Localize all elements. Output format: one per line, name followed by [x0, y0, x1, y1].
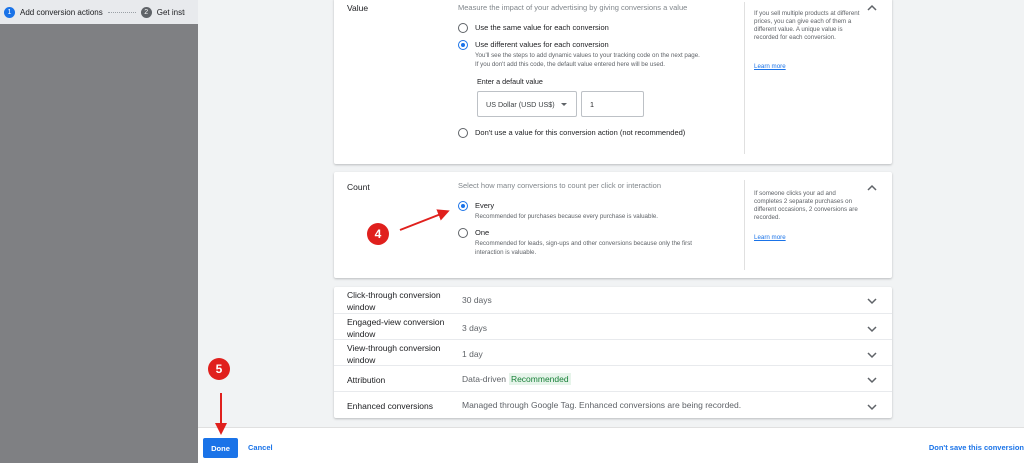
count-card: Count Select how many conversions to cou… [334, 172, 892, 278]
value-option-different[interactable]: Use different values for each conversion… [458, 40, 700, 69]
option-label: Don't use a value for this conversion ac… [475, 128, 686, 137]
count-learn-more-link[interactable]: Learn more [754, 234, 786, 241]
value-option-same[interactable]: Use the same value for each conversion [458, 23, 609, 33]
recommended-badge: Recommended [508, 373, 571, 385]
option-sublabel: If you don't add this code, the default … [475, 60, 666, 68]
divider [744, 180, 745, 270]
setting-title: Engaged-view conversion window [347, 317, 445, 339]
radio-button-selected[interactable] [458, 40, 468, 50]
currency-select[interactable]: US Dollar (USD US$) [477, 91, 577, 117]
currency-value: US Dollar (USD US$) [486, 99, 555, 109]
setting-row-view-through[interactable]: View-through conversion window 1 day [334, 339, 892, 365]
option-label: One [475, 228, 490, 237]
conversion-settings-panel: Value Measure the impact of your adverti… [198, 0, 1024, 463]
chevron-down-icon[interactable] [866, 373, 878, 385]
settings-list-card: Click-through conversion window 30 days … [334, 287, 892, 418]
option-sublabel: interaction is valuable. [475, 248, 537, 256]
radio-button[interactable] [458, 128, 468, 138]
option-label: Use the same value for each conversion [475, 23, 609, 32]
step-label-1: Add conversion actions [20, 7, 103, 17]
value-help-text: If you sell multiple products at differe… [754, 10, 860, 41]
count-option-every[interactable]: Every Recommended for purchases because … [458, 201, 658, 222]
setting-row-engaged-view[interactable]: Engaged-view conversion window 3 days [334, 313, 892, 339]
dropdown-caret-icon [560, 102, 567, 106]
setting-value: 1 day [462, 349, 483, 359]
setting-row-attribution[interactable]: Attribution Data-driven Recommended [334, 365, 892, 391]
chevron-up-icon[interactable] [866, 181, 878, 193]
option-sublabel: Recommended for purchases because every … [475, 213, 658, 220]
setting-value: Managed through Google Tag. Enhanced con… [462, 400, 742, 410]
value-card: Value Measure the impact of your adverti… [334, 0, 892, 164]
chevron-down-icon[interactable] [866, 400, 878, 412]
modal-backdrop [0, 0, 198, 463]
option-sublabel: Recommended for leads, sign-ups and othe… [475, 240, 693, 247]
chevron-down-icon[interactable] [866, 348, 878, 360]
setting-value-group: Data-driven Recommended [462, 373, 571, 385]
value-option-none[interactable]: Don't use a value for this conversion ac… [458, 128, 685, 138]
default-value-input[interactable]: 1 [581, 91, 644, 117]
step-label-2: Get instru [156, 7, 185, 17]
setting-row-enhanced-conversions[interactable]: Enhanced conversions Managed through Goo… [334, 391, 892, 418]
radio-button-selected[interactable] [458, 201, 468, 211]
setting-title: View-through conversion window [347, 343, 441, 365]
setting-row-click-through[interactable]: Click-through conversion window 30 days [334, 287, 892, 313]
chevron-down-icon[interactable] [866, 294, 878, 306]
step-connector [107, 11, 136, 13]
value-learn-more-link[interactable]: Learn more [754, 63, 786, 70]
done-button[interactable]: Done [203, 438, 238, 458]
option-label: Use different values for each conversion [475, 40, 609, 49]
option-label: Every [475, 201, 495, 210]
default-value-label: Enter a default value [477, 77, 543, 86]
radio-button[interactable] [458, 23, 468, 33]
dont-save-button[interactable]: Don't save this conversion [929, 443, 1024, 452]
count-help-text: If someone clicks your ad and completes … [754, 190, 858, 221]
setting-title: Enhanced conversions [347, 401, 434, 411]
value-section-title: Value [347, 3, 369, 13]
footer-bar: Done Cancel Don't save this conversion [198, 427, 1024, 463]
count-section-description: Select how many conversions to count per… [458, 181, 662, 190]
radio-button[interactable] [458, 228, 468, 238]
setting-value: 3 days [462, 323, 488, 333]
value-section-description: Measure the impact of your advertising b… [458, 3, 688, 12]
count-option-one[interactable]: One Recommended for leads, sign-ups and … [458, 228, 692, 257]
option-sublabel: You'll see the steps to add dynamic valu… [475, 52, 700, 59]
count-section-title: Count [347, 182, 370, 192]
setting-value: 30 days [462, 295, 492, 305]
chevron-down-icon[interactable] [866, 322, 878, 334]
annotation-marker-5: 5 [208, 358, 230, 380]
step-number-1: 1 [4, 6, 15, 18]
stepper: 1 Add conversion actions 2 Get instru [0, 0, 198, 24]
divider [744, 2, 745, 154]
setting-title: Click-through conversion window [347, 290, 441, 312]
default-value-text: 1 [590, 99, 594, 109]
step-number-2: 2 [140, 6, 152, 18]
setting-title: Attribution [347, 375, 386, 385]
chevron-up-icon[interactable] [866, 1, 878, 13]
annotation-marker-4: 4 [367, 223, 389, 245]
setting-value: Data-driven [462, 374, 506, 384]
cancel-button[interactable]: Cancel [248, 443, 273, 452]
